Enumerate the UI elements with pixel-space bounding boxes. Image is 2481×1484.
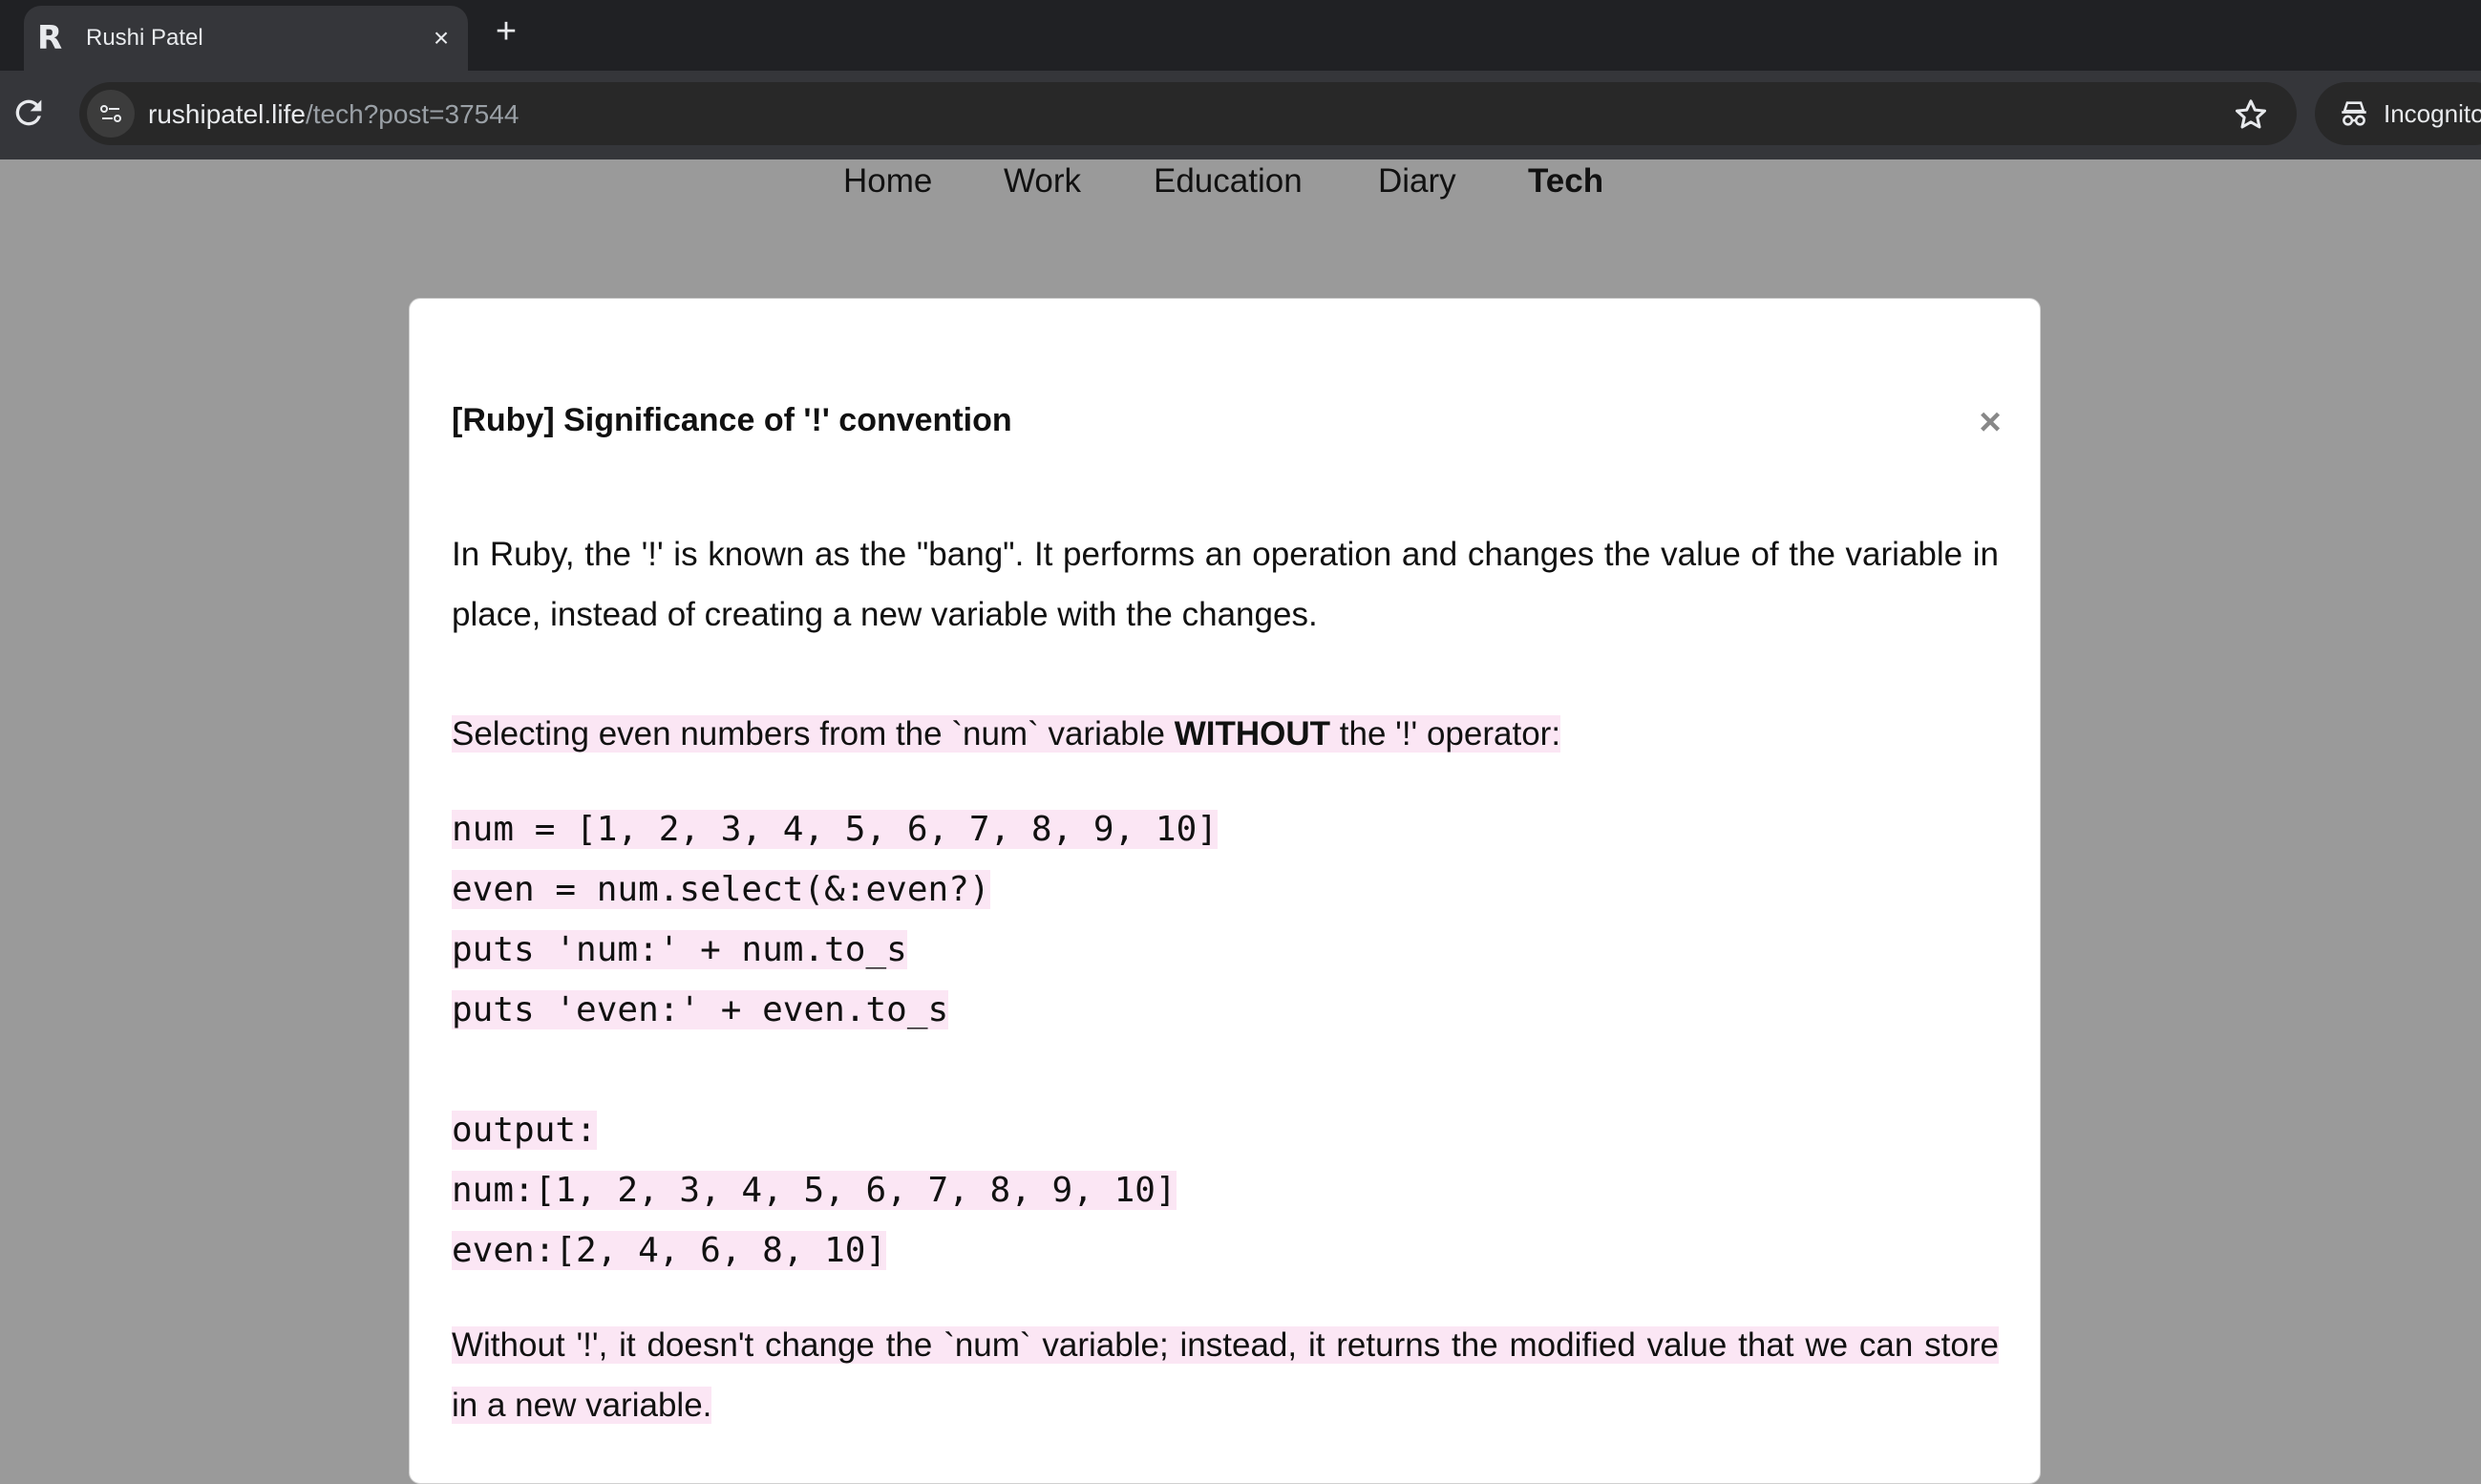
site-info-icon[interactable] bbox=[87, 90, 135, 138]
nav-work[interactable]: Work bbox=[1004, 162, 1081, 201]
code-line: puts 'even:' + even.to_s bbox=[452, 990, 949, 1029]
browser-tab-strip: R Rushi Patel × + bbox=[0, 0, 2481, 71]
nav-education[interactable]: Education bbox=[1154, 162, 1303, 201]
post-heading-pre: Selecting even numbers from the `num` va… bbox=[452, 715, 1175, 753]
post-conclusion: Without '!', it doesn't change the `num`… bbox=[452, 1315, 1999, 1435]
url-host: rushipatel.life bbox=[148, 99, 306, 129]
plus-icon[interactable]: + bbox=[487, 12, 525, 51]
output-line: even:[2, 4, 6, 8, 10] bbox=[452, 1231, 887, 1270]
post-title: [Ruby] Significance of '!' convention bbox=[452, 402, 1012, 438]
bookmark-star-icon[interactable] bbox=[2232, 95, 2270, 134]
post-heading-post: the '!' operator: bbox=[1330, 715, 1561, 753]
url-path: /tech?post=37544 bbox=[305, 99, 520, 129]
post-intro: In Ruby, the '!' is known as the "bang".… bbox=[452, 536, 1999, 633]
nav-tech[interactable]: Tech bbox=[1528, 162, 1603, 201]
post-conclusion-text: Without '!', it doesn't change the `num`… bbox=[452, 1326, 1999, 1424]
reload-icon[interactable] bbox=[10, 94, 48, 132]
output-line: num:[1, 2, 3, 4, 5, 6, 7, 8, 9, 10] bbox=[452, 1171, 1177, 1210]
tab-title: Rushi Patel bbox=[86, 25, 203, 51]
nav-home[interactable]: Home bbox=[843, 162, 932, 201]
site-nav: Home Work Education Diary Tech bbox=[0, 159, 2481, 207]
incognito-indicator[interactable]: Incognito bbox=[2315, 82, 2481, 145]
address-bar[interactable]: rushipatel.life/tech?post=37544 bbox=[79, 82, 2297, 145]
post-heading-bold: WITHOUT bbox=[1174, 715, 1331, 753]
output-line: output: bbox=[452, 1111, 597, 1150]
incognito-icon bbox=[2338, 97, 2370, 130]
site-favicon: R bbox=[37, 19, 63, 57]
incognito-label: Incognito bbox=[2384, 99, 2481, 128]
url-text: rushipatel.life/tech?post=37544 bbox=[148, 99, 519, 130]
code-line: num = [1, 2, 3, 4, 5, 6, 7, 8, 9, 10] bbox=[452, 810, 1218, 849]
close-icon[interactable]: × bbox=[422, 19, 460, 57]
nav-diary[interactable]: Diary bbox=[1378, 162, 1456, 201]
code-line: puts 'num:' + num.to_s bbox=[452, 930, 907, 969]
modal-close-icon[interactable]: × bbox=[1966, 398, 2014, 446]
browser-toolbar: rushipatel.life/tech?post=37544 Incognit… bbox=[0, 71, 2481, 159]
post-modal: [Ruby] Significance of '!' convention × … bbox=[409, 298, 2041, 1484]
code-line: even = num.select(&:even?) bbox=[452, 870, 990, 909]
post-heading: Selecting even numbers from the `num` va… bbox=[452, 704, 1999, 764]
browser-tab[interactable]: R Rushi Patel × bbox=[24, 6, 468, 71]
